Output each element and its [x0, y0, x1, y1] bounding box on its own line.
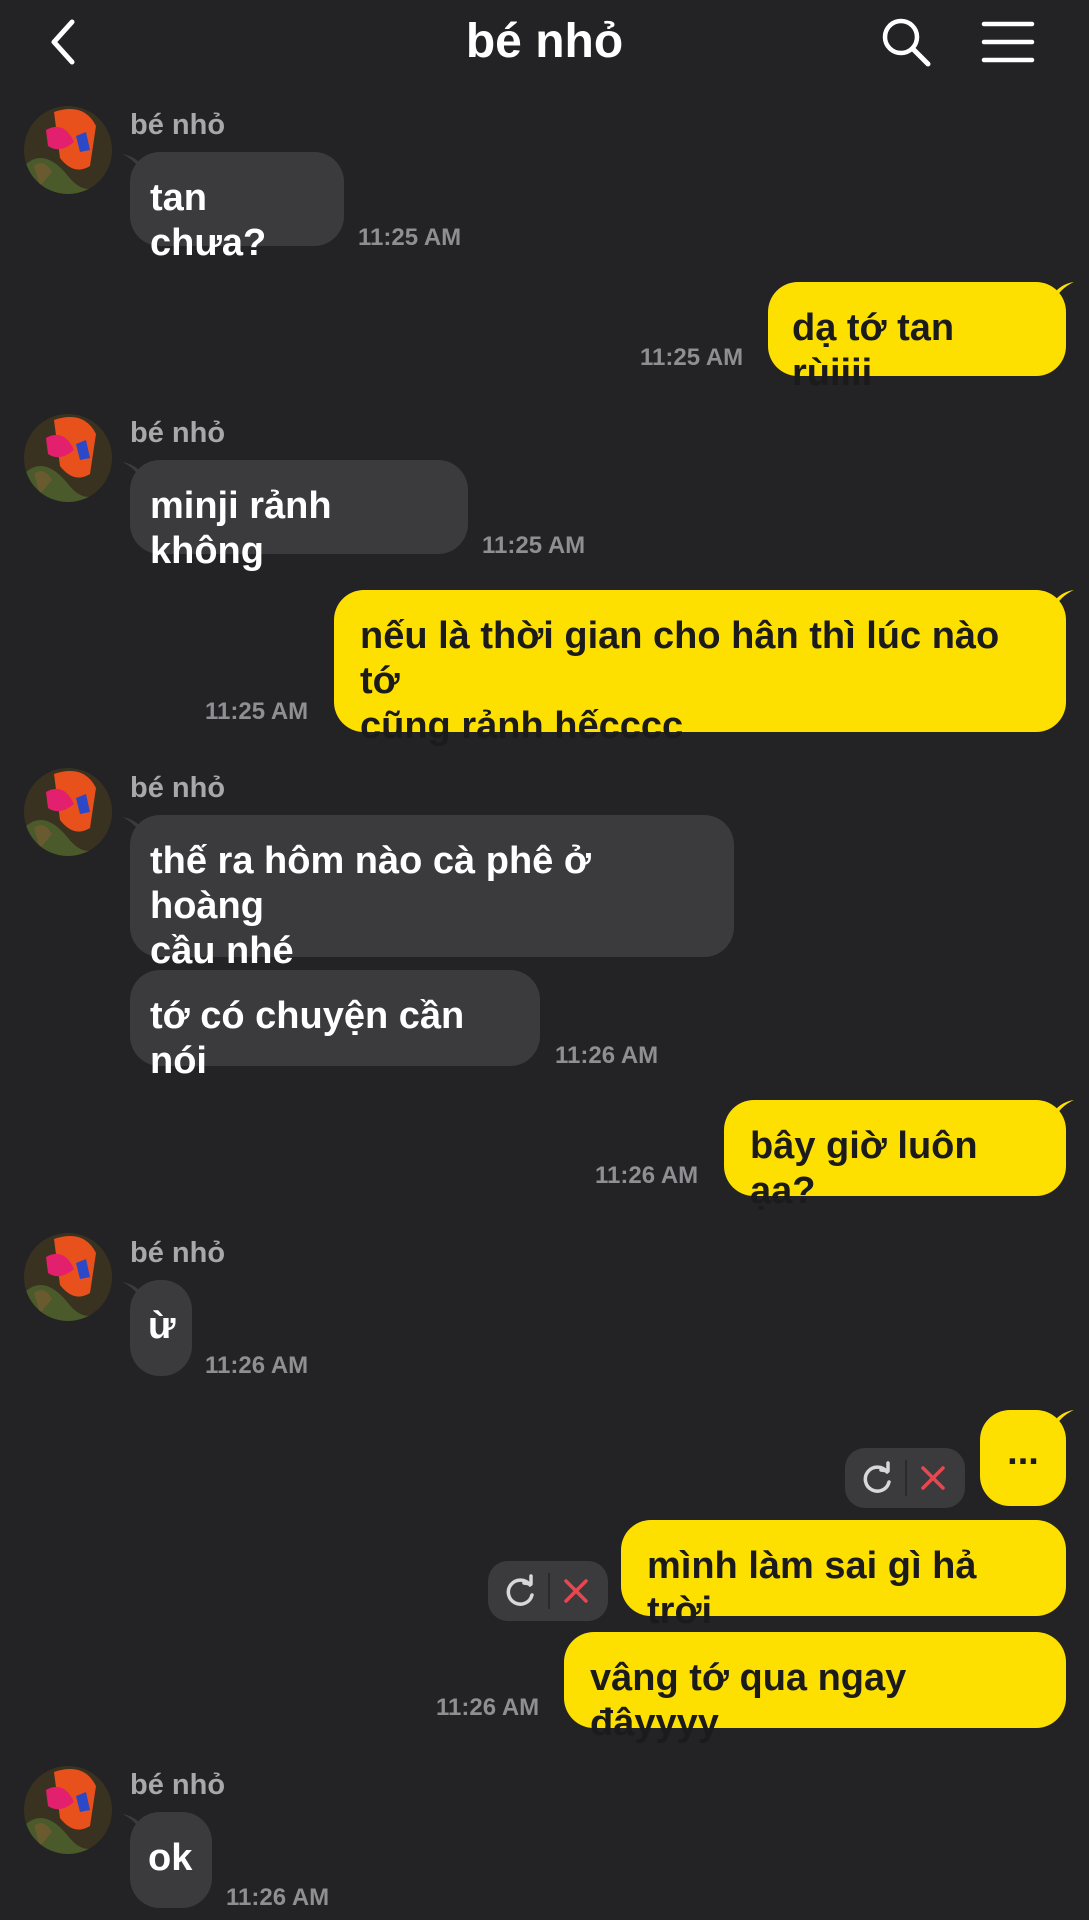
message-text-line: thế ra hôm nào cà phê ở hoàng [150, 840, 591, 927]
incoming-message[interactable]: thế ra hôm nào cà phê ở hoàng cầu nhé [122, 815, 734, 972]
outgoing-message[interactable]: bây giờ luôn ạa? [724, 1100, 1074, 1212]
outgoing-message[interactable]: dạ tớ tan rùiiii [768, 282, 1074, 394]
menu-button[interactable] [980, 16, 1036, 68]
message-time: 11:25 AM [482, 532, 586, 559]
sender-name: bé nhỏ [130, 1237, 226, 1269]
avatar-image [24, 414, 112, 502]
failed-message-controls [845, 1448, 965, 1508]
message-time: 11:25 AM [358, 224, 462, 251]
message-text-line: cầu nhé [150, 930, 294, 972]
cancel-icon[interactable] [913, 1458, 953, 1498]
avatar-image [24, 1766, 112, 1854]
message-text: ok [148, 1837, 193, 1879]
outgoing-message[interactable]: vâng tớ qua ngay đâyyyy [564, 1632, 1066, 1744]
outgoing-message[interactable]: ... [980, 1410, 1074, 1506]
message-text: mình làm sai gì hả trời [647, 1545, 977, 1632]
message-time: 11:26 AM [205, 1352, 309, 1379]
message-text-line: nếu là thời gian cho hân thì lúc nào tớ [360, 615, 1000, 702]
message-time: 11:26 AM [555, 1042, 659, 1069]
chat-header: bé nhỏ [0, 0, 1089, 96]
contact-avatar[interactable] [24, 1766, 112, 1854]
message-text: dạ tớ tan rùiiii [792, 307, 955, 394]
message-text: vâng tớ qua ngay đâyyyy [590, 1657, 907, 1744]
message-text: minji rảnh không [150, 485, 332, 572]
message-text-line: cũng rảnh hếcccc [360, 705, 684, 747]
search-button[interactable] [878, 14, 934, 70]
avatar-image [24, 106, 112, 194]
outgoing-message[interactable]: nếu là thời gian cho hân thì lúc nào tớ … [334, 590, 1074, 747]
message-time: 11:26 AM [595, 1162, 699, 1189]
avatar-image [24, 768, 112, 856]
incoming-message[interactable]: tan chưa? [122, 152, 344, 264]
message-text: bây giờ luôn ạa? [750, 1125, 978, 1212]
incoming-message[interactable]: tớ có chuyện cần nói [130, 970, 540, 1082]
sender-name: bé nhỏ [130, 772, 226, 804]
message-text: tan chưa? [150, 177, 267, 264]
sender-name: bé nhỏ [130, 109, 226, 141]
contact-avatar[interactable] [24, 106, 112, 194]
incoming-message[interactable]: ok [122, 1812, 212, 1908]
incoming-message[interactable]: minji rảnh không [122, 460, 468, 572]
retry-icon[interactable] [500, 1571, 540, 1611]
incoming-message[interactable]: ừ [122, 1280, 192, 1376]
contact-avatar[interactable] [24, 414, 112, 502]
message-time: 11:26 AM [436, 1694, 540, 1721]
message-time: 11:25 AM [205, 698, 309, 725]
retry-icon[interactable] [857, 1458, 897, 1498]
sender-name: bé nhỏ [130, 417, 226, 449]
message-text: ... [1007, 1431, 1039, 1473]
message-time: 11:25 AM [640, 344, 744, 371]
failed-message-controls [488, 1561, 608, 1621]
message-text: ừ [148, 1305, 176, 1347]
hamburger-menu-icon [981, 21, 1035, 63]
avatar-image [24, 1233, 112, 1321]
message-text: tớ có chuyện cần nói [150, 995, 465, 1082]
cancel-icon[interactable] [556, 1571, 596, 1611]
sender-name: bé nhỏ [130, 1769, 226, 1801]
outgoing-message[interactable]: mình làm sai gì hả trời [621, 1520, 1066, 1632]
message-time: 11:26 AM [226, 1884, 330, 1911]
contact-avatar[interactable] [24, 1233, 112, 1321]
search-icon [882, 18, 931, 67]
contact-avatar[interactable] [24, 768, 112, 856]
